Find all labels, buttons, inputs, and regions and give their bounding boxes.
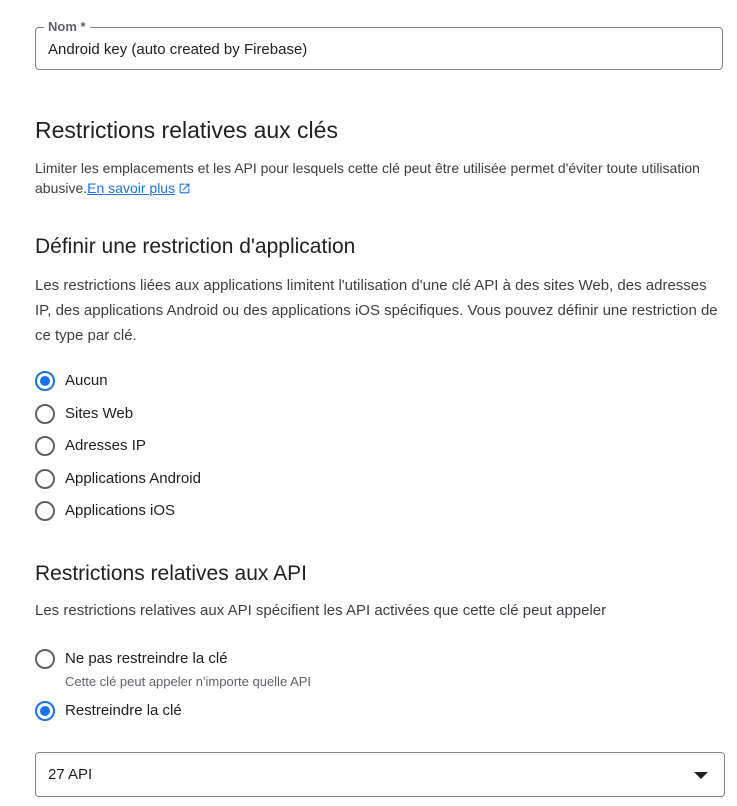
name-field-label: Nom * (44, 18, 90, 36)
learn-more-link[interactable]: En savoir plus (87, 180, 191, 196)
radio-label: Sites Web (65, 405, 134, 422)
api-restrictions-title: Restrictions relatives aux API (35, 562, 307, 585)
name-field[interactable]: Nom * Android key (auto created by Fireb… (35, 18, 723, 70)
radio-label: Adresses IP (65, 437, 146, 454)
radio-label: Applications Android (65, 470, 201, 487)
radio-label: Ne pas restreindre la clé (65, 650, 228, 667)
open-in-new-icon (179, 183, 190, 194)
radio-button[interactable] (35, 649, 55, 669)
api-restrictions-description: Les restrictions relatives aux API spéci… (35, 602, 607, 619)
radio-button[interactable] (35, 469, 55, 489)
api-select-value: 27 API (48, 766, 93, 783)
name-field-value[interactable]: Android key (auto created by Firebase) (48, 40, 307, 60)
radio-button[interactable] (35, 404, 55, 424)
api-select-dropdown[interactable]: 27 API (35, 752, 725, 797)
radio-button[interactable] (35, 436, 55, 456)
dropdown-arrow-icon (694, 772, 708, 779)
radio-option-ip-addresses[interactable]: Adresses IP (35, 433, 146, 459)
radio-button[interactable] (35, 501, 55, 521)
radio-help-text: Cette clé peut appeler n'importe quelle … (65, 674, 312, 689)
radio-option-restrict-key[interactable]: Restreindre la clé (35, 698, 182, 724)
key-restrictions-title: Restrictions relatives aux clés (35, 117, 338, 143)
radio-option-websites[interactable]: Sites Web (35, 401, 133, 427)
radio-label: Applications iOS (65, 502, 176, 519)
radio-label: Aucun (65, 372, 108, 389)
radio-option-dont-restrict[interactable]: Ne pas restreindre la clé (35, 646, 228, 672)
key-restrictions-description: Limiter les emplacements et les API pour… (35, 158, 725, 198)
radio-button[interactable] (35, 371, 55, 391)
radio-option-none[interactable]: Aucun (35, 368, 108, 394)
radio-option-ios-apps[interactable]: Applications iOS (35, 498, 175, 524)
learn-more-label: En savoir plus (87, 180, 176, 196)
radio-button[interactable] (35, 701, 55, 721)
radio-label: Restreindre la clé (65, 702, 182, 719)
radio-option-android-apps[interactable]: Applications Android (35, 466, 201, 492)
app-restriction-description: Les restrictions liées aux applications … (35, 277, 718, 344)
app-restriction-title: Définir une restriction d'application (35, 235, 356, 258)
